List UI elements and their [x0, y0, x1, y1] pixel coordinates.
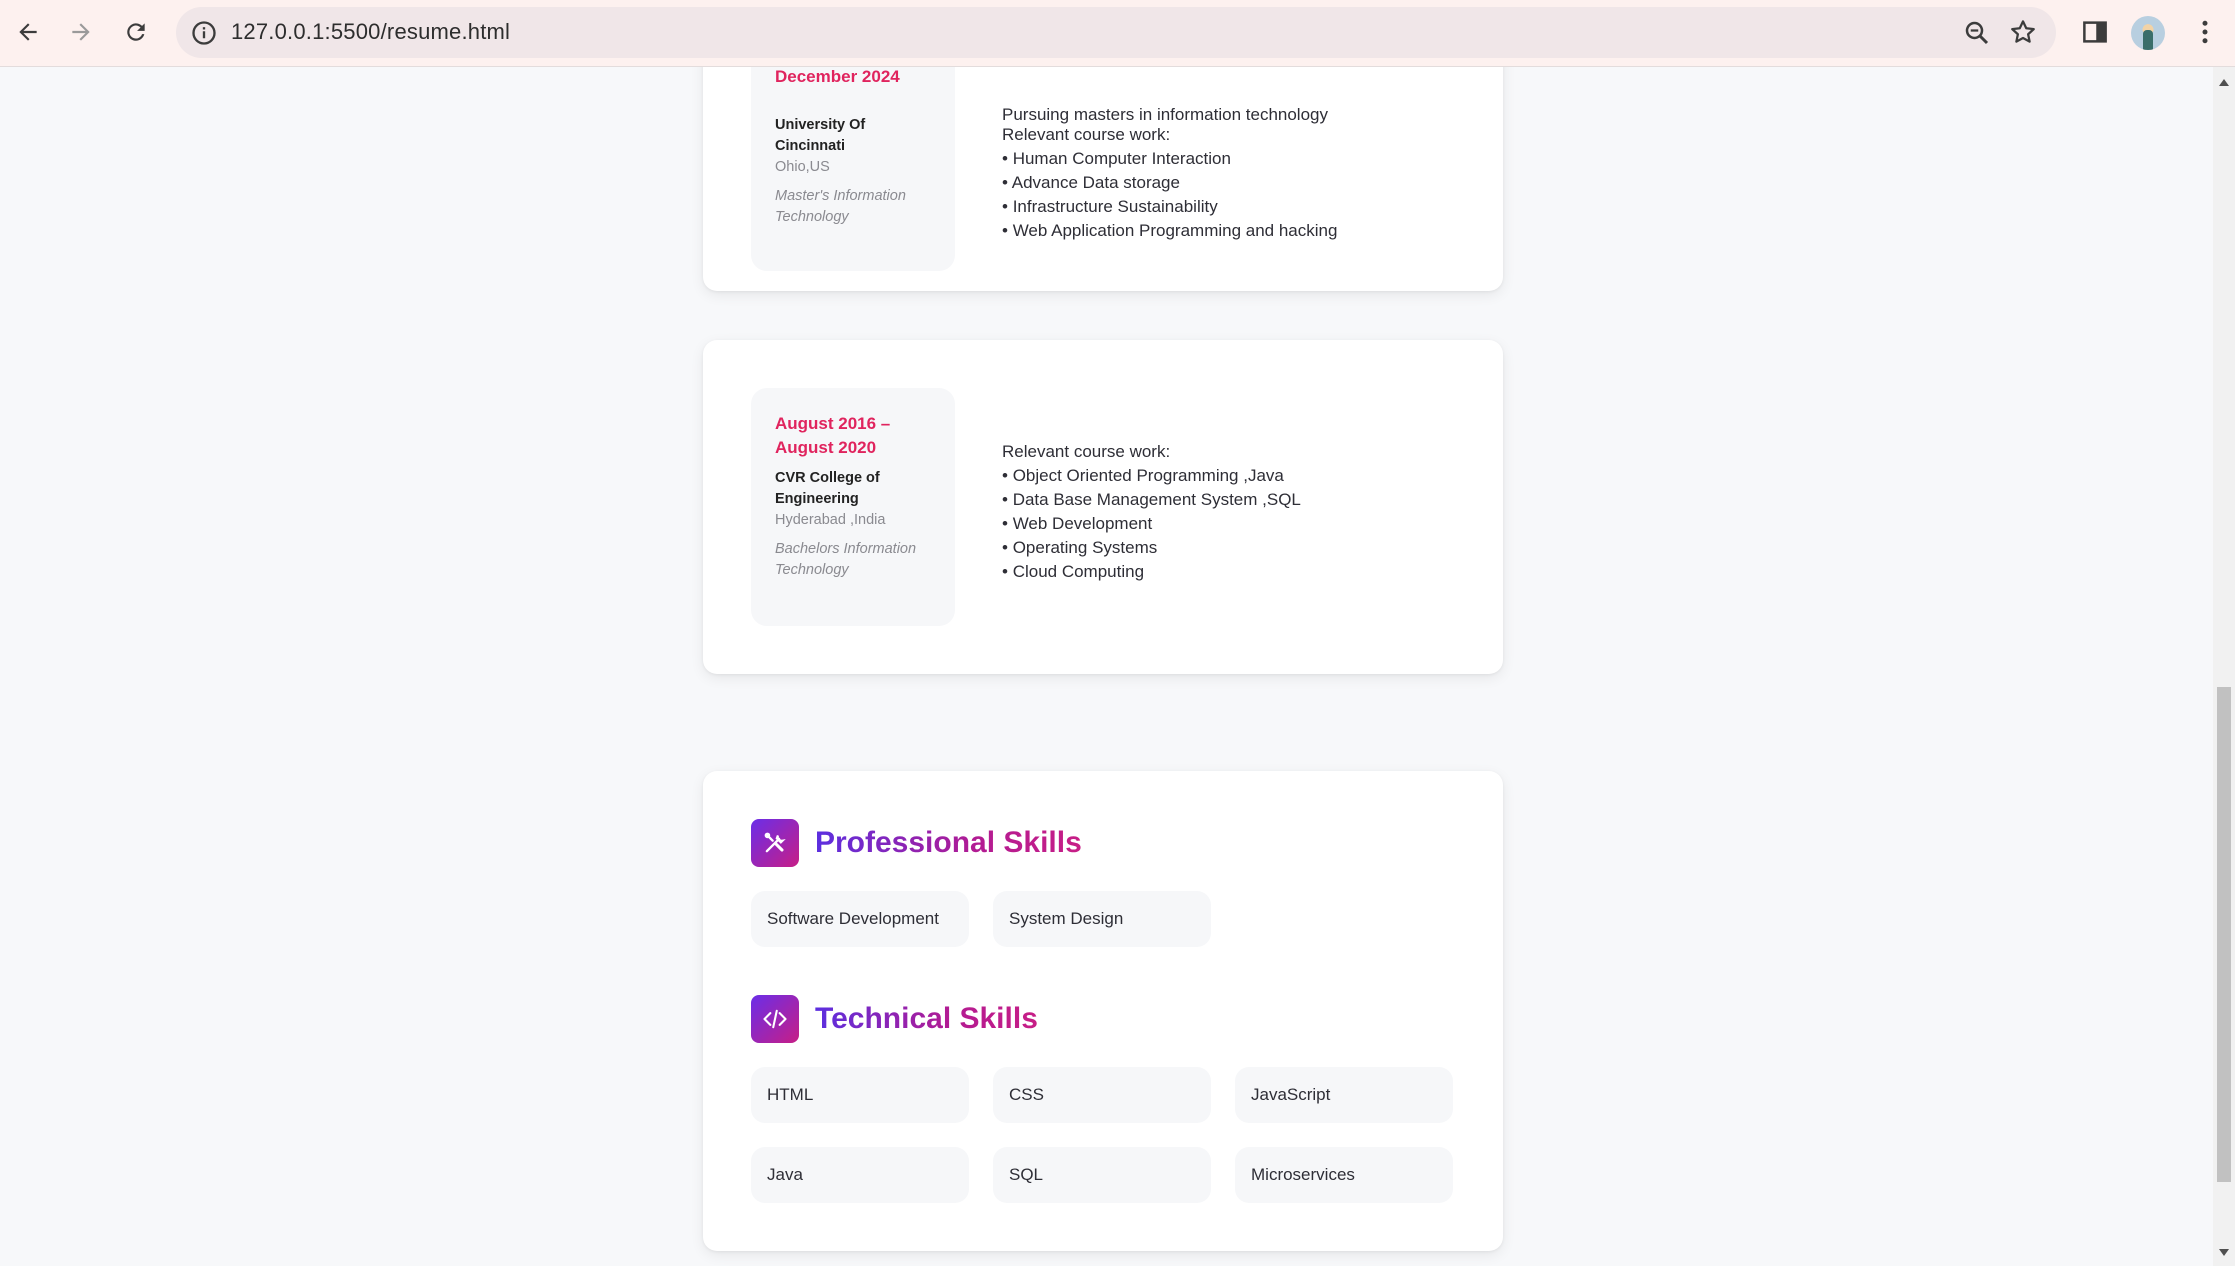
code-icon-glyph — [763, 1009, 787, 1029]
skill-chip: Java — [751, 1147, 969, 1203]
course-details: Relevant course work: Human Computer Int… — [1002, 123, 1337, 243]
course-item: Infrastructure Sustainability — [1002, 195, 1337, 219]
skill-chip: CSS — [993, 1067, 1211, 1123]
scroll-up-arrow-icon[interactable] — [2219, 79, 2229, 86]
bookmark-star-icon[interactable] — [2008, 17, 2038, 47]
skill-chip: System Design — [993, 891, 1211, 947]
course-item: Cloud Computing — [1002, 560, 1301, 584]
browser-toolbar: 127.0.0.1:5500/resume.html — [0, 0, 2235, 67]
scroll-down-arrow-icon[interactable] — [2219, 1249, 2229, 1256]
tools-icon — [751, 819, 799, 867]
school-name: University Of Cincinnati — [775, 117, 866, 154]
course-details: Relevant course work: Object Oriented Pr… — [1002, 440, 1301, 584]
education-date: December 2024 — [775, 67, 900, 86]
forward-button[interactable] — [61, 12, 101, 52]
school-location: Hyderabad ,India — [775, 512, 886, 528]
profile-avatar[interactable] — [2131, 16, 2165, 50]
course-item: Object Oriented Programming ,Java — [1002, 464, 1301, 488]
reload-icon — [127, 23, 145, 41]
code-icon — [751, 995, 799, 1043]
page-viewport: University Of Cincinnati Ohio,US Master'… — [0, 67, 2213, 1266]
education-card-bachelors: August 2016 – August 2020 CVR College of… — [703, 340, 1503, 674]
tools-icon-glyph — [764, 832, 786, 853]
skill-chip: SQL — [993, 1147, 1211, 1203]
side-panel-icon[interactable] — [2080, 17, 2110, 47]
address-bar[interactable]: 127.0.0.1:5500/resume.html — [176, 7, 2056, 58]
degree-name: Master's Information Technology — [775, 188, 906, 225]
back-arrow-icon — [19, 23, 37, 41]
course-label: Relevant course work: — [1002, 125, 1171, 144]
course-list: Object Oriented Programming ,Java Data B… — [1002, 464, 1301, 584]
url-text: 127.0.0.1:5500/resume.html — [231, 19, 511, 44]
professional-skills-header: Professional Skills — [751, 819, 1082, 867]
skills-card: Professional Skills Software Development… — [703, 771, 1503, 1251]
degree-name: Bachelors Information Technology — [775, 541, 917, 578]
zoom-icon[interactable] — [1962, 18, 1992, 48]
back-button[interactable] — [8, 12, 48, 52]
professional-skills-list: Software Development System Design — [751, 891, 1211, 947]
course-item: Web Development — [1002, 512, 1301, 536]
forward-arrow-icon — [72, 23, 90, 41]
technical-skills-title: Technical Skills — [815, 1002, 1038, 1035]
course-item: Operating Systems — [1002, 536, 1301, 560]
technical-skills-list: HTML CSS JavaScript — [751, 1067, 1453, 1123]
scrollbar-thumb[interactable] — [2217, 687, 2231, 1182]
professional-skills-title: Professional Skills — [815, 826, 1082, 859]
course-list: Human Computer Interaction Advance Data … — [1002, 147, 1338, 243]
education-date: August 2016 – August 2020 — [775, 414, 891, 457]
skill-chip: JavaScript — [1235, 1067, 1453, 1123]
education-timeline: August 2016 – August 2020 CVR College of… — [751, 388, 955, 626]
school-name: CVR College of Engineering — [775, 470, 880, 507]
education-card-masters: University Of Cincinnati Ohio,US Master'… — [703, 67, 1503, 291]
skill-chip: Microservices — [1235, 1147, 1453, 1203]
technical-skills-list: Java SQL Microservices — [751, 1147, 1453, 1203]
skill-chip: Software Development — [751, 891, 969, 947]
site-info-icon[interactable] — [190, 19, 218, 47]
course-item: Data Base Management System ,SQL — [1002, 488, 1301, 512]
course-label: Relevant course work: — [1002, 442, 1171, 461]
school-location: Ohio,US — [775, 159, 830, 175]
skill-chip: HTML — [751, 1067, 969, 1123]
course-item: Human Computer Interaction — [1002, 147, 1337, 171]
more-menu-icon[interactable] — [2190, 17, 2220, 47]
technical-skills-header: Technical Skills — [751, 995, 1038, 1043]
reload-button[interactable] — [116, 12, 156, 52]
course-item: Web Application Programming and hacking — [1002, 219, 1338, 243]
education-timeline: University Of Cincinnati Ohio,US Master'… — [751, 67, 955, 271]
page-scrollbar[interactable] — [2213, 67, 2235, 1266]
course-item: Advance Data storage — [1002, 171, 1337, 195]
